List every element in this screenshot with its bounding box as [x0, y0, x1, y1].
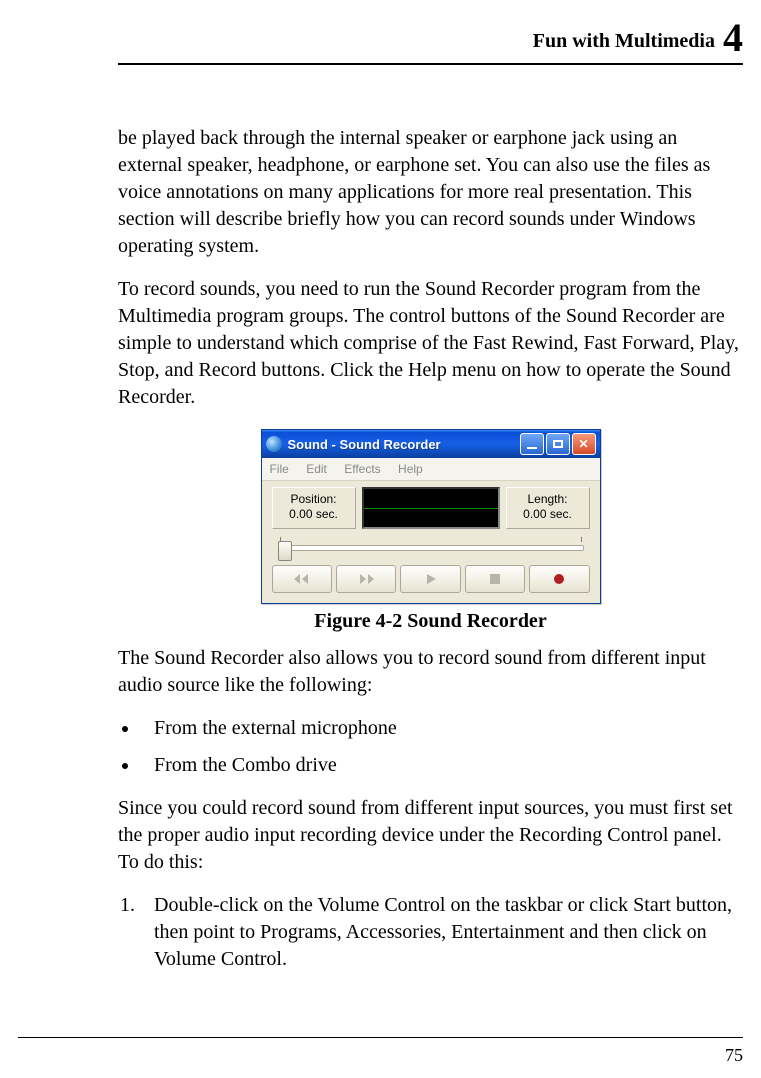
waveform-display — [362, 487, 500, 529]
header-chapter-number: 4 — [723, 15, 743, 60]
window-title: Sound - Sound Recorder — [288, 437, 520, 452]
rewind-button[interactable] — [272, 565, 332, 593]
position-label: Position: — [279, 492, 349, 507]
length-label: Length: — [513, 492, 583, 507]
menu-file[interactable]: File — [270, 462, 289, 476]
footer-rule — [18, 1037, 743, 1038]
list-item: From the Combo drive — [140, 752, 743, 779]
length-panel: Length: 0.00 sec. — [506, 487, 590, 529]
page-number: 75 — [725, 1045, 743, 1066]
figure-caption: Figure 4-2 Sound Recorder — [118, 610, 743, 633]
numbered-steps: Double-click on the Volume Control on th… — [118, 892, 743, 973]
page-header: Fun with Multimedia 4 — [118, 14, 743, 65]
menu-edit[interactable]: Edit — [306, 462, 327, 476]
paragraph-4: Since you could record sound from differ… — [118, 795, 743, 876]
position-panel: Position: 0.00 sec. — [272, 487, 356, 529]
minimize-button[interactable] — [520, 433, 544, 455]
menu-bar: File Edit Effects Help — [262, 458, 600, 481]
window-titlebar: Sound - Sound Recorder — [262, 430, 600, 458]
fast-forward-button[interactable] — [336, 565, 396, 593]
figure-sound-recorder: Sound - Sound Recorder File Edit Effects… — [118, 429, 743, 604]
close-button[interactable] — [572, 433, 596, 455]
app-icon — [266, 436, 282, 452]
position-value: 0.00 sec. — [279, 507, 349, 522]
paragraph-3: The Sound Recorder also allows you to re… — [118, 645, 743, 699]
stop-button[interactable] — [465, 565, 525, 593]
seek-slider[interactable] — [274, 537, 588, 559]
paragraph-1: be played back through the internal spea… — [118, 125, 743, 260]
list-item: Double-click on the Volume Control on th… — [140, 892, 743, 973]
header-title: Fun with Multimedia — [533, 30, 715, 52]
maximize-button[interactable] — [546, 433, 570, 455]
play-button[interactable] — [400, 565, 460, 593]
paragraph-2: To record sounds, you need to run the So… — [118, 276, 743, 411]
record-button[interactable] — [529, 565, 589, 593]
menu-help[interactable]: Help — [398, 462, 423, 476]
menu-effects[interactable]: Effects — [344, 462, 380, 476]
bullet-list: From the external microphone From the Co… — [118, 715, 743, 779]
list-item: From the external microphone — [140, 715, 743, 742]
length-value: 0.00 sec. — [513, 507, 583, 522]
seek-thumb[interactable] — [278, 541, 292, 561]
sound-recorder-window: Sound - Sound Recorder File Edit Effects… — [261, 429, 601, 604]
